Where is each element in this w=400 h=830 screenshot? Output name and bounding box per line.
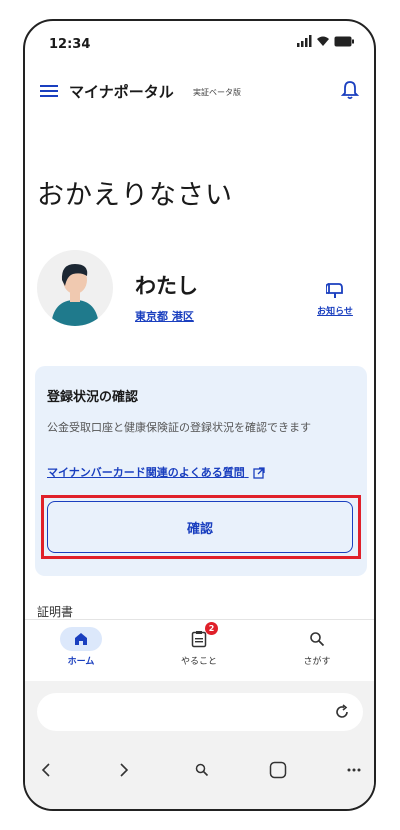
signal-icon — [297, 35, 312, 47]
app-bar: マイナポータル 実証ベータ版 — [25, 75, 374, 111]
avatar — [37, 250, 113, 326]
app-title: マイナポータル — [69, 83, 174, 101]
status-icons — [296, 35, 354, 47]
profile-location-link[interactable]: 東京都 港区 — [135, 308, 194, 324]
nav-home-label: ホーム — [67, 657, 95, 667]
nav-todo[interactable]: 2 やること — [159, 622, 239, 667]
tabs-icon — [269, 761, 287, 779]
status-bar: 12:34 — [25, 21, 374, 69]
tabs-button[interactable] — [263, 755, 293, 785]
card-description: 公金受取口座と健康保険証の登録状況を確認できます — [47, 421, 311, 434]
url-bar[interactable] — [37, 693, 363, 731]
faq-link-label: マイナンバーカード関連のよくある質問 — [47, 466, 245, 479]
back-button[interactable] — [31, 755, 61, 785]
clipboard-icon — [191, 631, 207, 648]
wifi-icon — [317, 36, 329, 46]
more-button[interactable] — [339, 755, 369, 785]
status-time: 12:34 — [49, 37, 91, 52]
more-icon — [347, 768, 361, 772]
search-icon — [195, 763, 209, 777]
home-icon — [75, 633, 87, 645]
profile-name: わたし — [135, 274, 198, 298]
chevron-right-icon — [120, 763, 129, 777]
confirm-button[interactable]: 確認 — [47, 501, 353, 553]
chevron-left-icon — [41, 763, 50, 777]
battery-icon — [334, 36, 354, 46]
search-icon — [310, 632, 325, 647]
profile-section: わたし 東京都 港区 お知らせ — [25, 246, 374, 336]
nav-search-label: さがす — [303, 657, 331, 667]
browser-nav — [25, 755, 374, 785]
nav-todo-label: やること — [180, 657, 217, 667]
faq-link[interactable]: マイナンバーカード関連のよくある質問 — [47, 464, 265, 480]
phone-frame: 12:34 マイナポータル 実証ベータ版 おかえりなさい わたし 東京都 港区 … — [23, 19, 376, 811]
app-subtitle: 実証ベータ版 — [193, 88, 241, 97]
reload-icon[interactable] — [333, 703, 351, 721]
menu-icon[interactable] — [37, 79, 61, 103]
nav-home[interactable]: ホーム — [41, 626, 121, 667]
browser-search-button[interactable] — [187, 755, 217, 785]
forward-button[interactable] — [109, 755, 139, 785]
external-link-icon — [252, 467, 265, 479]
bottom-nav: ホーム 2 やること さがす — [25, 619, 374, 682]
bell-icon[interactable] — [340, 79, 360, 101]
person-avatar-icon — [51, 264, 99, 326]
notice-label: お知らせ — [317, 307, 353, 317]
todo-badge: 2 — [205, 622, 218, 635]
certificate-section-label: 証明書 — [37, 605, 74, 619]
nav-search[interactable]: さがす — [277, 626, 357, 667]
welcome-heading: おかえりなさい — [37, 180, 233, 211]
card-title: 登録状況の確認 — [47, 390, 139, 405]
notice-button[interactable]: お知らせ — [310, 282, 360, 317]
browser-bar — [25, 681, 374, 809]
mailbox-icon — [325, 283, 343, 298]
